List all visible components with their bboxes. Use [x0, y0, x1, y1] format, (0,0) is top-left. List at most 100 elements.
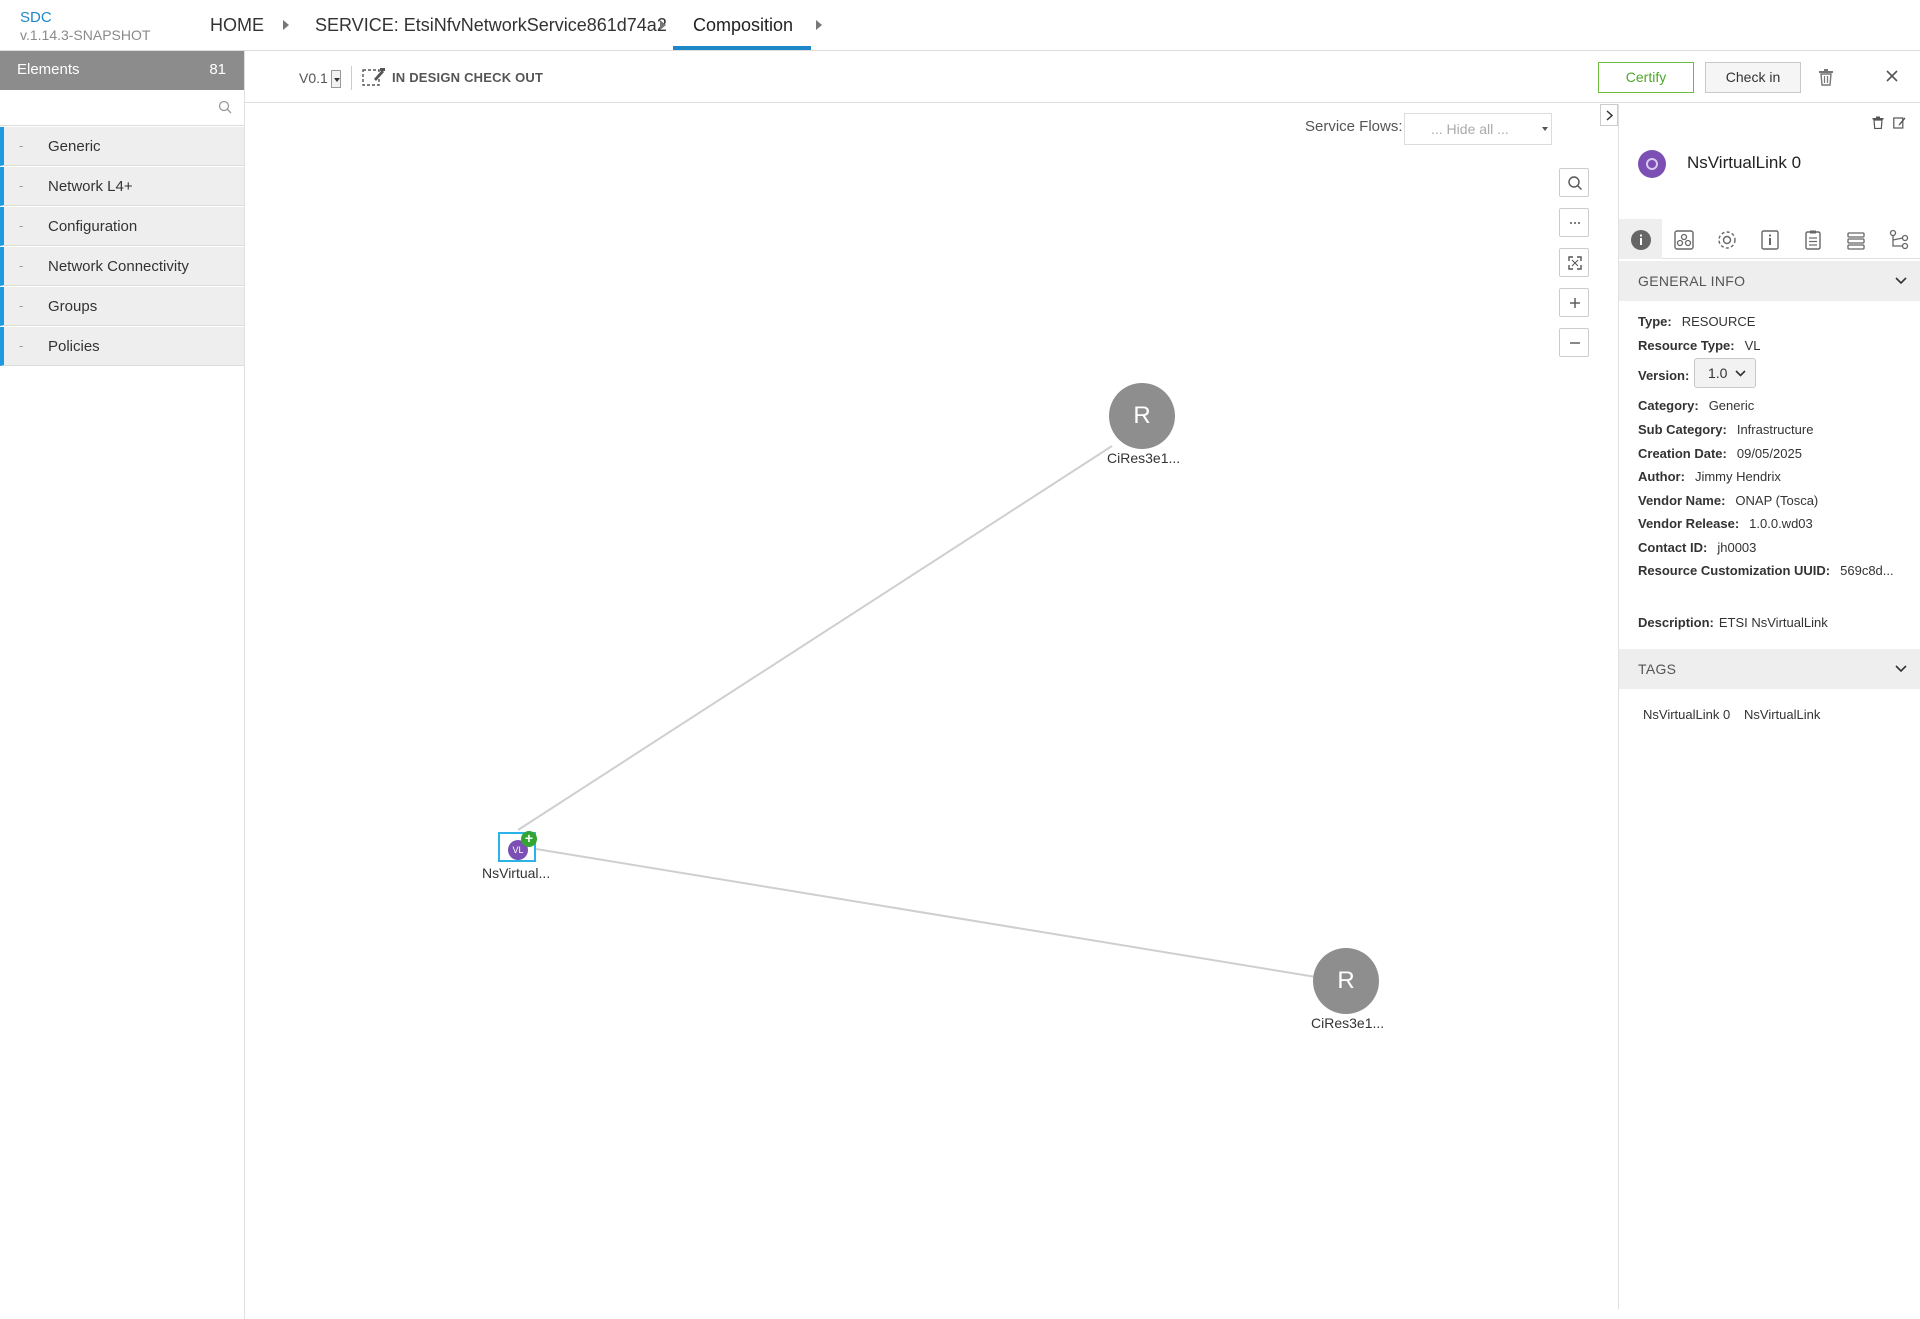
active-tab-underline — [673, 46, 811, 50]
palette-category-policies[interactable]: - Policies — [0, 327, 244, 366]
breadcrumb-composition[interactable]: Composition — [693, 0, 793, 51]
component-title: NsVirtualLink 0 — [1687, 153, 1802, 172]
collapse-dash-icon: - — [19, 138, 24, 153]
version-select[interactable]: V0.1 — [299, 70, 328, 86]
category-label: Policies — [48, 338, 100, 355]
collapse-dash-icon: - — [19, 178, 24, 193]
tags-title: TAGS — [1638, 661, 1677, 677]
collapse-dash-icon: - — [19, 298, 24, 313]
chevron-right-icon — [1606, 110, 1614, 121]
palette-category-configuration[interactable]: - Configuration — [0, 207, 244, 246]
palette-category-network-connectivity[interactable]: - Network Connectivity — [0, 247, 244, 286]
clipboard-icon — [1805, 230, 1821, 250]
canvas-search-button[interactable] — [1559, 168, 1589, 197]
certify-button[interactable]: Certify — [1598, 62, 1694, 93]
tab-properties[interactable] — [1705, 219, 1748, 259]
version-dropdown-value: 1.0 — [1708, 365, 1728, 381]
app-logo[interactable]: SDC v.1.14.3-SNAPSHOT — [20, 9, 150, 43]
palette-category-generic[interactable]: - Generic — [0, 127, 244, 166]
prop-contact-id: Contact ID: jh0003 — [1638, 540, 1757, 555]
search-icon — [1568, 176, 1582, 190]
general-info-section-header[interactable]: GENERAL INFO — [1619, 261, 1920, 301]
service-flows-value: ... Hide all ... — [1431, 121, 1509, 137]
palette-category-network-l4[interactable]: - Network L4+ — [0, 167, 244, 206]
tab-deployment-artifacts[interactable] — [1662, 219, 1705, 259]
composition-canvas[interactable]: Service Flows: ... Hide all ... R CiRes3… — [246, 104, 1616, 1309]
trash-icon[interactable] — [1872, 116, 1884, 134]
check-in-button[interactable]: Check in — [1705, 62, 1801, 93]
version-caret-icon[interactable] — [331, 70, 341, 88]
palette-search-input[interactable] — [4, 94, 210, 122]
fit-to-screen-button[interactable] — [1559, 248, 1589, 277]
tab-relations[interactable] — [1834, 219, 1877, 259]
tags-section-header[interactable]: TAGS — [1619, 649, 1920, 689]
breadcrumb-arrow-icon[interactable] — [816, 20, 822, 30]
search-icon[interactable] — [218, 100, 232, 119]
chevron-down-icon — [1735, 370, 1746, 377]
breadcrumb-arrow-icon[interactable] — [660, 20, 666, 30]
check-out-icon — [362, 67, 386, 92]
prop-vendor-name: Vendor Name: ONAP (Tosca) — [1638, 493, 1819, 508]
breadcrumb-service[interactable]: SERVICE: EtsiNfvNetworkService861d74a2 — [315, 0, 667, 51]
prop-creation-date: Creation Date: 09/05/2025 — [1638, 446, 1802, 461]
prop-category: Category: Generic — [1638, 398, 1755, 413]
category-label: Network Connectivity — [48, 258, 189, 275]
zoom-in-button[interactable] — [1559, 288, 1589, 317]
category-label: Network L4+ — [48, 178, 133, 195]
tab-requirements[interactable] — [1791, 219, 1834, 259]
breadcrumb-home[interactable]: HOME — [210, 0, 264, 51]
tag-item: NsVirtualLink 0 — [1643, 707, 1731, 722]
plus-icon[interactable]: + — [521, 831, 537, 847]
collapse-dash-icon: - — [19, 258, 24, 273]
top-navigation-bar: SDC v.1.14.3-SNAPSHOT HOME SERVICE: Etsi… — [0, 0, 1920, 51]
category-label: Groups — [48, 298, 98, 315]
chevron-down-icon — [1895, 665, 1907, 673]
collapse-panel-button[interactable] — [1600, 104, 1618, 126]
palette-category-groups[interactable]: - Groups — [0, 287, 244, 326]
version-dropdown[interactable]: 1.0 — [1694, 358, 1756, 388]
component-details-panel: NsVirtualLink 0 GENERAL INFO Type: RESOUR… — [1618, 104, 1920, 1309]
toolbar-divider — [351, 66, 352, 90]
zoom-out-button[interactable] — [1559, 328, 1589, 357]
prop-sub-category: Sub Category: Infrastructure — [1638, 422, 1814, 437]
general-info-title: GENERAL INFO — [1638, 273, 1746, 289]
details-tab-bar — [1619, 219, 1920, 259]
category-label: Configuration — [48, 218, 138, 235]
resource-node[interactable]: R — [1109, 383, 1175, 449]
trash-icon[interactable] — [1818, 68, 1834, 91]
prop-description: Description: ETSI NsVirtualLink — [1638, 615, 1828, 630]
elements-header: Elements 81 — [0, 51, 244, 90]
palette-search — [0, 90, 244, 126]
tab-api[interactable] — [1877, 219, 1920, 259]
info-box-icon — [1761, 230, 1779, 250]
workspace-toolbar: V0.1 IN DESIGN CHECK OUT Certify Check i… — [245, 51, 1920, 103]
info-icon — [1631, 230, 1651, 250]
category-label: Generic — [48, 138, 101, 155]
resource-node[interactable]: R — [1313, 948, 1379, 1014]
elements-palette: Elements 81 - Generic - Network L4+ - Co… — [0, 51, 245, 1319]
prop-resource-type: Resource Type: VL — [1638, 338, 1761, 353]
prop-vendor-release: Vendor Release: 1.0.0.wd03 — [1638, 516, 1813, 531]
network-icon — [1889, 229, 1909, 250]
prop-customization-uuid: Resource Customization UUID: 569c8d... — [1638, 563, 1894, 578]
chevron-down-icon — [1895, 277, 1907, 285]
collapse-dash-icon: - — [19, 218, 24, 233]
stack-icon — [1847, 232, 1865, 250]
artifacts-icon — [1674, 230, 1694, 250]
tab-general-info[interactable] — [1619, 219, 1662, 259]
plus-icon — [1570, 298, 1580, 308]
chevron-down-icon — [1542, 123, 1548, 135]
prop-author: Author: Jimmy Hendrix — [1638, 469, 1781, 484]
breadcrumb-arrow-icon[interactable] — [283, 20, 289, 30]
virtual-link-node[interactable]: VL + — [498, 831, 537, 862]
close-icon[interactable] — [1885, 69, 1899, 88]
relation-edge[interactable] — [535, 848, 1317, 978]
prop-version-label: Version: — [1638, 368, 1690, 383]
tab-information-artifacts[interactable] — [1748, 219, 1791, 259]
app-version: v.1.14.3-SNAPSHOT — [20, 27, 151, 43]
expand-icon — [1568, 256, 1582, 270]
relation-edge[interactable] — [517, 445, 1113, 831]
edit-icon[interactable] — [1893, 116, 1906, 134]
canvas-more-button[interactable] — [1559, 208, 1589, 237]
service-flows-select[interactable]: ... Hide all ... — [1404, 113, 1552, 145]
